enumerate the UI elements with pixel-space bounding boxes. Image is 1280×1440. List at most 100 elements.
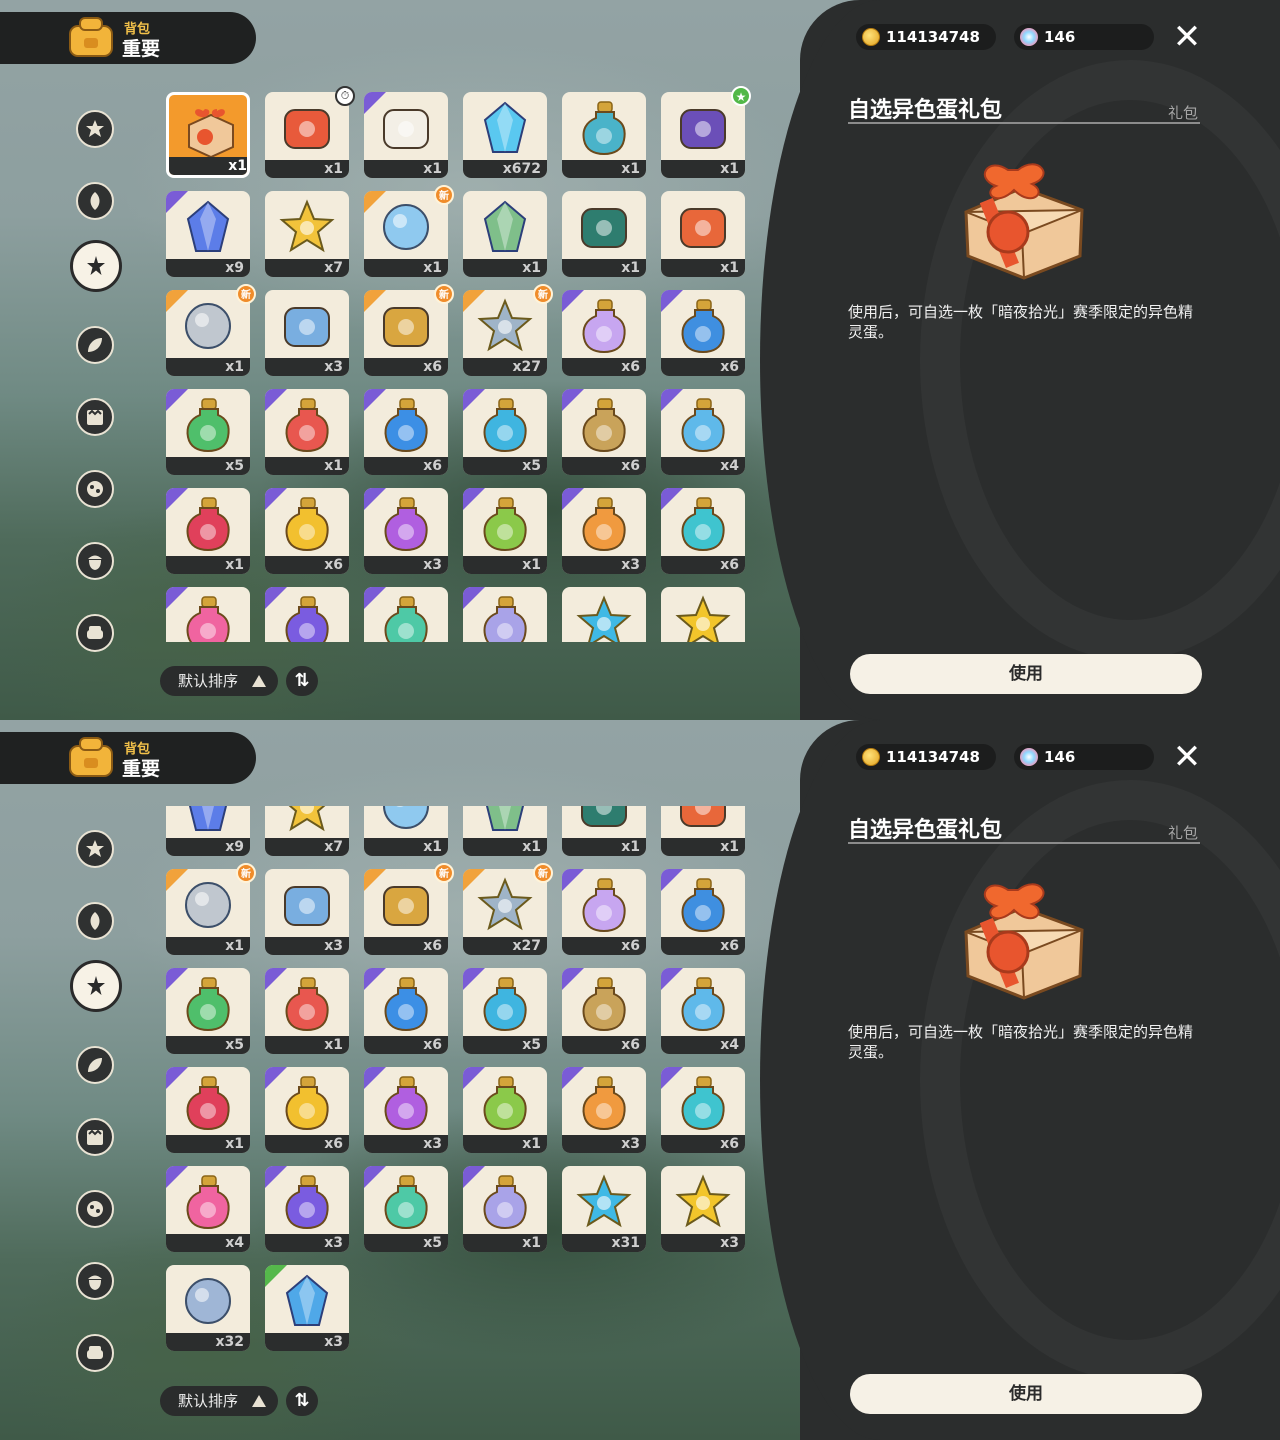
category-tab-sofa[interactable] xyxy=(76,614,114,652)
category-tab-leaf-flame[interactable] xyxy=(76,182,114,220)
inventory-item-blue-bottle[interactable]: x1 xyxy=(562,92,646,178)
inventory-item-green-potion[interactable]: x5 xyxy=(166,389,250,475)
inventory-item-yellow-star[interactable]: x3 xyxy=(661,1166,745,1252)
inventory-item-rainbow-bottle[interactable]: x6 xyxy=(562,290,646,376)
inventory-item-mint-potion[interactable]: x5 xyxy=(364,1166,448,1252)
inventory-item-violet-potion[interactable]: x3 xyxy=(364,1067,448,1153)
use-button[interactable]: 使用 xyxy=(850,1374,1202,1414)
inventory-item-tan-potion[interactable]: x6 xyxy=(562,968,646,1054)
inventory-item-azure-potion[interactable]: x6 xyxy=(364,389,448,475)
inventory-item-flame-flower[interactable]: x1 xyxy=(661,191,745,277)
inventory-item-indigo-potion[interactable]: x3 xyxy=(265,1166,349,1252)
inventory-item-pink-potion[interactable]: x4 xyxy=(166,1166,250,1252)
acorn-icon xyxy=(88,1275,102,1290)
inventory-item-orange-potion[interactable]: x3 xyxy=(562,488,646,574)
inventory-item-blue-crystal[interactable]: x9 xyxy=(166,191,250,277)
inventory-item-star-wand[interactable]: x27 新 xyxy=(463,863,553,955)
inventory-item-blue-crystal[interactable]: x9 xyxy=(166,806,250,856)
inventory-item-gift-box[interactable]: x1 xyxy=(166,92,250,178)
inventory-item-lime-potion[interactable]: x1 xyxy=(463,1067,547,1153)
inventory-item-blue-star[interactable] xyxy=(562,587,646,642)
inventory-item-ticket[interactable]: x1 ⏱ xyxy=(265,86,355,178)
category-tab-acorn[interactable] xyxy=(76,1262,114,1300)
inventory-item-orange-potion[interactable]: x3 xyxy=(562,1067,646,1153)
inventory-item-yellow-potion[interactable]: x6 xyxy=(265,1067,349,1153)
inventory-item-cyan-potion[interactable]: x5 xyxy=(463,389,547,475)
inventory-item-lime-potion[interactable]: x1 xyxy=(463,488,547,574)
inventory-item-crystal-crown[interactable]: x1 xyxy=(463,806,547,856)
inventory-item-azure-potion[interactable]: x6 xyxy=(364,968,448,1054)
category-tab-moon-stars[interactable] xyxy=(76,1190,114,1228)
inventory-item-crimson-potion[interactable]: x1 xyxy=(166,488,250,574)
inventory-item-feather-leaf[interactable]: x1 xyxy=(562,191,646,277)
inventory-item-crystal-ball[interactable]: x3 xyxy=(265,1265,349,1351)
inventory-item-gold-star[interactable]: x7 xyxy=(265,191,349,277)
inventory-item-cyan-potion[interactable]: x5 xyxy=(463,968,547,1054)
inventory-item-lavender-potion[interactable] xyxy=(463,587,547,642)
inventory-item-red-potion[interactable]: x1 xyxy=(265,389,349,475)
sort-order-toggle[interactable]: ⇅ xyxy=(286,1386,318,1416)
item-tile: x9 xyxy=(166,191,250,277)
inventory-item-gold-key[interactable]: x6 新 xyxy=(364,284,454,376)
inventory-item-orb-keychain[interactable]: x1 xyxy=(364,806,448,856)
inventory-item-orb-keychain[interactable]: x1 新 xyxy=(364,185,454,277)
inventory-item-violet-potion[interactable]: x3 xyxy=(364,488,448,574)
category-tab-leaf-flame[interactable] xyxy=(76,902,114,940)
category-tab-leaves[interactable] xyxy=(76,1046,114,1084)
inventory-item-blue-star[interactable]: x31 xyxy=(562,1166,646,1252)
new-badge: 新 xyxy=(434,863,454,883)
inventory-item-silver-keychain[interactable]: x1 新 xyxy=(166,284,256,376)
inventory-item-teal-potion[interactable]: x6 xyxy=(661,488,745,574)
inventory-item-blue-stone[interactable]: x3 xyxy=(265,290,349,376)
inventory-item-green-potion[interactable]: x5 xyxy=(166,968,250,1054)
inventory-item-teal-potion[interactable]: x6 xyxy=(661,1067,745,1153)
inventory-item-indigo-potion[interactable] xyxy=(265,587,349,642)
category-tab-star-medal[interactable] xyxy=(76,110,114,148)
inventory-item-yellow-star[interactable] xyxy=(661,587,745,642)
inventory-item-silver-keychain[interactable]: x1 新 xyxy=(166,863,256,955)
close-icon[interactable]: ✕ xyxy=(1170,740,1204,774)
inventory-item-sky-potion[interactable]: x4 xyxy=(661,968,745,1054)
inventory-item-blue-potion[interactable]: x6 xyxy=(661,869,745,955)
inventory-item-crystal-crown[interactable]: x1 xyxy=(463,191,547,277)
inventory-item-star-wand[interactable]: x27 新 xyxy=(463,284,553,376)
close-icon[interactable]: ✕ xyxy=(1170,20,1204,54)
inventory-item-blue-stone[interactable]: x3 xyxy=(265,869,349,955)
category-tab-crown-scroll[interactable] xyxy=(76,398,114,436)
inventory-item-gold-star[interactable]: x7 xyxy=(265,806,349,856)
inventory-item-tan-potion[interactable]: x6 xyxy=(562,389,646,475)
category-tab-crown-scroll[interactable] xyxy=(76,1118,114,1156)
sort-dropdown[interactable]: 默认排序 xyxy=(160,666,278,696)
inventory-item-silver-coin[interactable]: x32 xyxy=(166,1265,250,1351)
inventory-item-prism-crystal[interactable]: x672 xyxy=(463,92,547,178)
inventory-item-gold-key[interactable]: x6 新 xyxy=(364,863,454,955)
inventory-item-flame-flower[interactable]: x1 xyxy=(661,806,745,856)
inventory-item-yellow-potion[interactable]: x6 xyxy=(265,488,349,574)
inventory-item-lavender-potion[interactable]: x1 xyxy=(463,1166,547,1252)
inventory-item-red-potion[interactable]: x1 xyxy=(265,968,349,1054)
category-tab-star-medal[interactable] xyxy=(76,830,114,868)
category-tab-moon-stars[interactable] xyxy=(76,470,114,508)
category-tab-leaves[interactable] xyxy=(76,326,114,364)
sort-order-toggle[interactable]: ⇅ xyxy=(286,666,318,696)
inventory-item-letter-card[interactable]: x1 xyxy=(364,92,448,178)
category-tab-sparkle-star[interactable] xyxy=(70,240,122,292)
item-count: x1 xyxy=(661,160,745,178)
inventory-item-rainbow-bottle[interactable]: x6 xyxy=(562,869,646,955)
inventory-item-crimson-potion[interactable]: x1 xyxy=(166,1067,250,1153)
inventory-item-purple-pouch[interactable]: x1 ★ xyxy=(661,86,751,178)
inventory-item-blue-potion[interactable]: x6 xyxy=(661,290,745,376)
inventory-item-feather-leaf[interactable]: x1 xyxy=(562,806,646,856)
item-count: x1 xyxy=(463,1135,547,1153)
category-tab-sofa[interactable] xyxy=(76,1334,114,1372)
category-tab-sparkle-star[interactable] xyxy=(70,960,122,1012)
sort-dropdown[interactable]: 默认排序 xyxy=(160,1386,278,1416)
gem-amount: 146 xyxy=(1044,28,1076,46)
azure-potion-icon xyxy=(384,398,428,453)
inventory-item-sky-potion[interactable]: x4 xyxy=(661,389,745,475)
inventory-item-mint-potion[interactable] xyxy=(364,587,448,642)
inventory-item-pink-potion[interactable] xyxy=(166,587,250,642)
lavender-potion-icon xyxy=(483,596,527,642)
category-tab-acorn[interactable] xyxy=(76,542,114,580)
use-button[interactable]: 使用 xyxy=(850,654,1202,694)
